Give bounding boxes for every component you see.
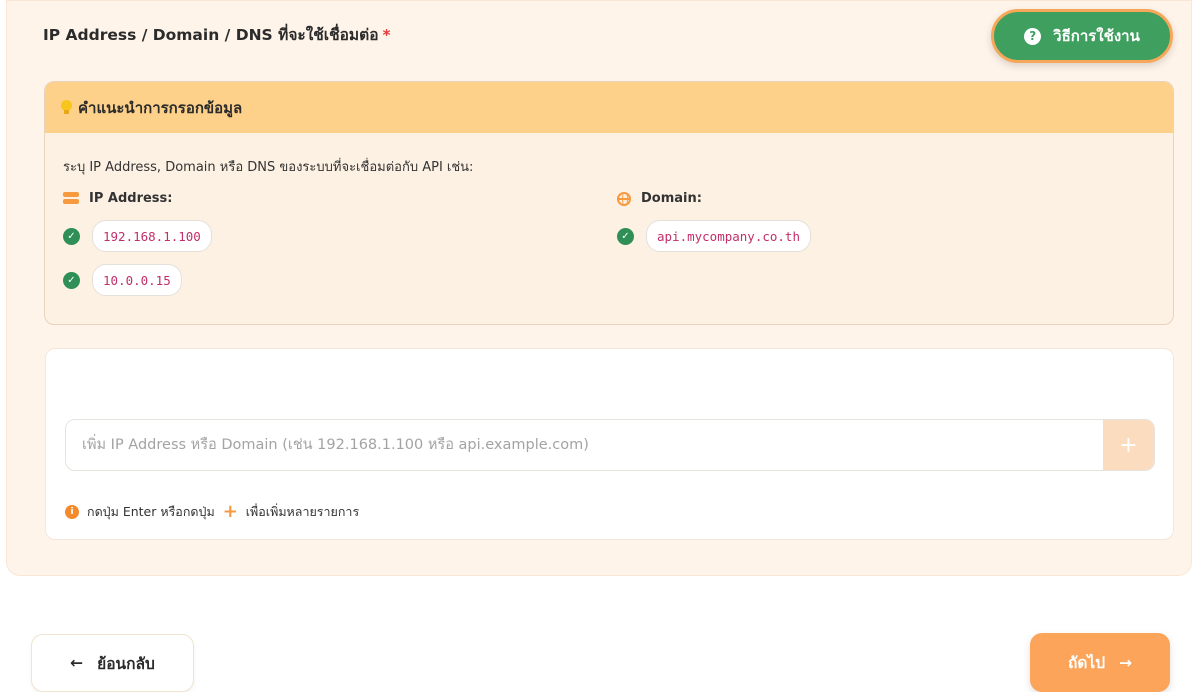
hint-text-after: เพื่อเพิ่มหลายรายการ [245, 504, 360, 519]
field-title: IP Address / Domain / DNS ที่จะใช้เชื่อม… [43, 22, 391, 47]
globe-icon [617, 191, 631, 206]
form-panel: IP Address / Domain / DNS ที่จะใช้เชื่อม… [6, 0, 1192, 576]
ip-example-row: ✓ 10.0.0.15 [63, 264, 182, 296]
ip-column-label: IP Address: [89, 191, 173, 206]
next-button[interactable]: ถัดไป → [1030, 633, 1170, 692]
question-circle-icon: ? [1024, 27, 1042, 45]
hint-text-before: กดปุ่ม Enter หรือกดปุ่ม [87, 504, 215, 519]
domain-column-label: Domain: [641, 191, 702, 206]
arrow-left-icon: ← [70, 654, 84, 672]
back-button-label: ย้อนกลับ [97, 654, 155, 673]
tip-header: คำแนะนำการกรอกข้อมูล [45, 82, 1173, 133]
tip-card: คำแนะนำการกรอกข้อมูล ระบุ IP Address, Do… [44, 81, 1174, 325]
ip-example-chip: 192.168.1.100 [92, 220, 212, 252]
ip-column-heading: IP Address: [63, 191, 172, 206]
address-input[interactable] [66, 420, 1103, 470]
address-input-group: + [65, 419, 1155, 471]
add-address-button[interactable]: + [1103, 420, 1154, 470]
arrow-right-icon: → [1119, 653, 1133, 672]
domain-example-row: ✓ api.mycompany.co.th [617, 220, 811, 252]
howto-button[interactable]: ? วิธีการใช้งาน [991, 9, 1173, 63]
tip-description: ระบุ IP Address, Domain หรือ DNS ของระบบ… [63, 160, 474, 175]
server-icon [63, 192, 79, 205]
field-title-text: IP Address / Domain / DNS ที่จะใช้เชื่อม… [43, 26, 379, 44]
domain-column-heading: Domain: [617, 191, 702, 206]
next-button-label: ถัดไป [1067, 654, 1106, 672]
ip-example-chip: 10.0.0.15 [92, 264, 182, 296]
back-button[interactable]: ← ย้อนกลับ [31, 634, 194, 692]
input-hint: i กดปุ่ม Enter หรือกดปุ่ม + เพื่อเพิ่มหล… [65, 502, 359, 522]
check-circle-icon: ✓ [63, 227, 80, 245]
check-circle-icon: ✓ [63, 271, 80, 289]
input-card: + i กดปุ่ม Enter หรือกดปุ่ม + เพื่อเพิ่ม… [45, 348, 1174, 540]
lightbulb-icon [61, 100, 72, 115]
required-mark: * [382, 26, 391, 44]
domain-example-chip: api.mycompany.co.th [646, 220, 811, 252]
plus-icon: + [222, 501, 238, 522]
howto-button-label: วิธีการใช้งาน [1053, 27, 1140, 45]
info-icon: i [65, 505, 79, 519]
ip-example-row: ✓ 192.168.1.100 [63, 220, 212, 252]
tip-header-text: คำแนะนำการกรอกข้อมูล [78, 98, 243, 117]
check-circle-icon: ✓ [617, 227, 634, 245]
